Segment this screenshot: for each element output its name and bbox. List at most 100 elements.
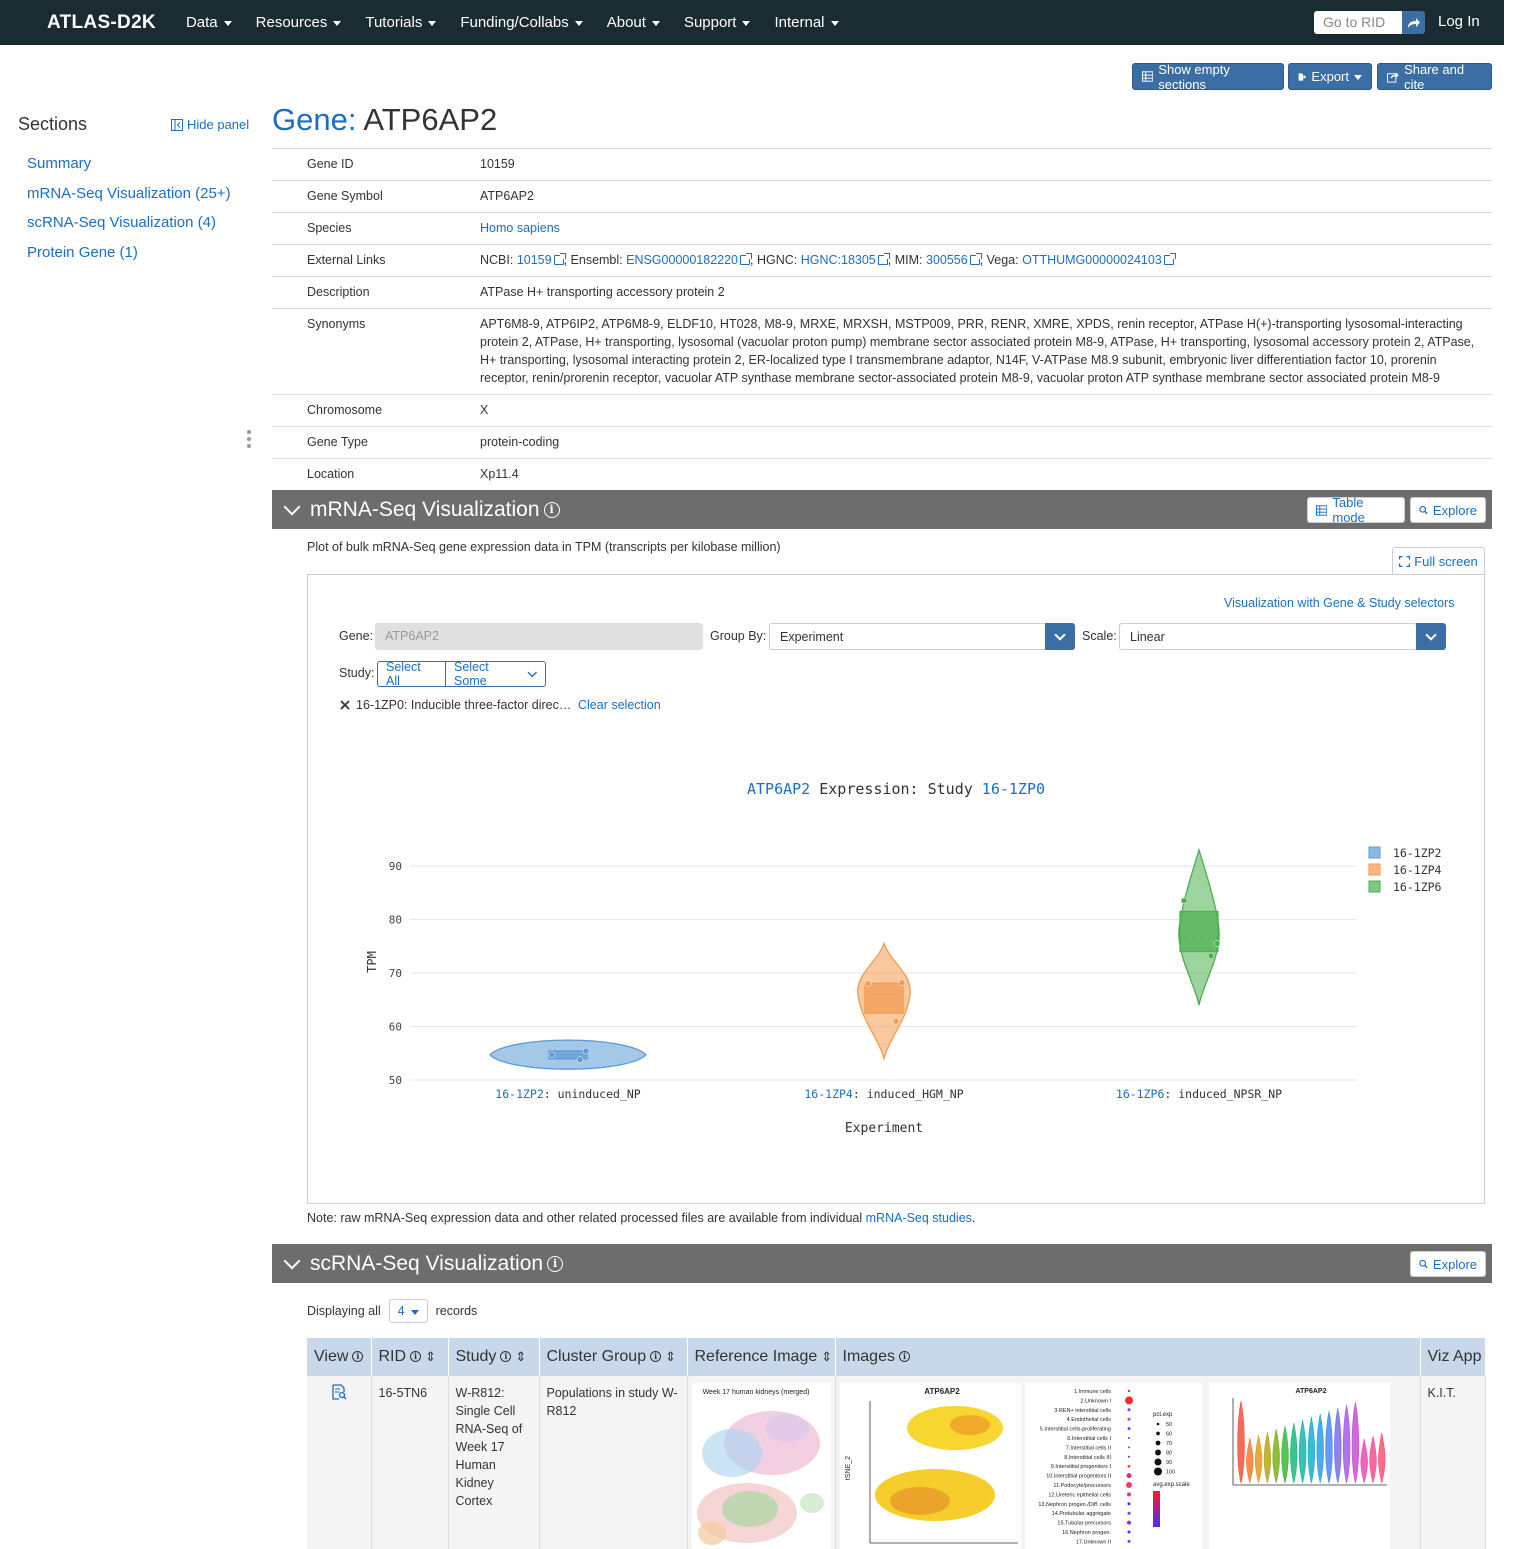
data-point[interactable] <box>864 980 872 987</box>
mrna-studies-link[interactable]: mRNA-Seq studies <box>866 1211 972 1225</box>
nav-tutorials[interactable]: Tutorials <box>365 14 437 31</box>
mrna-section-header[interactable]: mRNA-Seq Visualization i Table mode Expl… <box>272 490 1492 529</box>
species-link[interactable]: Homo sapiens <box>480 221 560 235</box>
brand-logo[interactable]: ATLAS-D2K <box>47 12 156 34</box>
nav-about[interactable]: About <box>607 14 660 31</box>
mim-link[interactable]: 300556 <box>926 253 968 267</box>
sort-icon[interactable]: ⇕ <box>515 1349 526 1365</box>
scrna-explore-button[interactable]: Explore <box>1410 1251 1486 1277</box>
info-icon[interactable]: i <box>547 1255 564 1272</box>
tsne-plot-y-label: tSNE_2 <box>845 1456 852 1480</box>
export-button[interactable]: Export <box>1288 63 1372 90</box>
x-tick-study[interactable]: 16-1ZP2 <box>495 1087 543 1101</box>
share-and-cite-button[interactable]: Share and cite <box>1377 61 1492 92</box>
sort-icon[interactable]: ⇕ <box>665 1349 676 1365</box>
legend-swatch[interactable] <box>1368 863 1381 876</box>
sidebar-link-protein[interactable]: Protein Gene (1) <box>27 244 138 261</box>
select-some-button[interactable]: Select Some <box>445 660 546 688</box>
info-icon[interactable]: i <box>898 1350 910 1362</box>
hide-panel-button[interactable]: Hide panel <box>171 117 249 132</box>
cluster-violin <box>1316 1413 1324 1484</box>
go-to-rid-button[interactable] <box>1402 11 1425 34</box>
ncbi-link[interactable]: 10159 <box>517 253 552 267</box>
nav-resources[interactable]: Resources <box>256 14 342 31</box>
nav-funding[interactable]: Funding/Collabs <box>460 14 583 31</box>
legend-label[interactable]: 16-1ZP4 <box>1393 863 1442 877</box>
nav-internal[interactable]: Internal <box>774 14 839 31</box>
clear-selection-link[interactable]: Clear selection <box>578 698 661 712</box>
summary-key: Gene Type <box>272 426 480 459</box>
page-size-select[interactable]: 4 <box>388 1299 428 1323</box>
viz-selectors-link[interactable]: Visualization with Gene & Study selector… <box>1224 596 1454 610</box>
view-details-icon[interactable] <box>331 1384 347 1400</box>
tsne-feature-plot-thumbnail[interactable]: ATP6AP2 tSNE_2 <box>840 1383 1021 1549</box>
vega-link[interactable]: OTTHUMG00000024103 <box>1022 253 1162 267</box>
col-header-view: View i <box>307 1338 372 1376</box>
go-to-rid-input[interactable]: Go to RID <box>1314 11 1402 34</box>
group-by-select[interactable]: Experiment <box>769 623 1046 650</box>
sort-icon[interactable]: ⇕ <box>425 1349 436 1365</box>
info-icon[interactable]: i <box>650 1350 662 1362</box>
select-all-button[interactable]: Select All <box>377 660 446 688</box>
scrna-section-header[interactable]: scRNA-Seq Visualization i Explore <box>272 1244 1492 1283</box>
reference-image-thumbnail[interactable]: Week 17 human kidneys (merged) <box>692 1383 831 1549</box>
data-point[interactable] <box>582 1047 590 1055</box>
data-point[interactable] <box>576 1056 584 1063</box>
data-point[interactable] <box>1180 897 1188 905</box>
dot-mark <box>1127 1492 1131 1497</box>
legend-label[interactable]: 16-1ZP2 <box>1393 846 1441 860</box>
sidebar-link-scrna[interactable]: scRNA-Seq Visualization (4) <box>27 214 216 231</box>
chart-title-study[interactable]: 16-1ZP0 <box>982 780 1045 798</box>
summary-value: 10159 <box>480 148 1492 181</box>
summary-row: Gene Symbol ATP6AP2 <box>272 180 1492 213</box>
page-title-entity[interactable]: Gene <box>272 102 348 137</box>
show-empty-sections-button[interactable]: Show empty sections <box>1132 62 1284 92</box>
scale-select[interactable]: Linear <box>1119 623 1417 650</box>
caret-down-icon <box>830 21 839 26</box>
ensembl-link[interactable]: ENSG00000182220 <box>626 253 738 267</box>
mrna-explore-button[interactable]: Explore <box>1410 497 1486 523</box>
y-tick-label: 80 <box>389 914 402 927</box>
full-screen-button[interactable]: Full screen <box>1392 547 1485 575</box>
panel-resize-handle[interactable] <box>247 430 251 448</box>
group-by-dropdown[interactable] <box>1045 623 1075 650</box>
col-header-study[interactable]: Study i ⇕ <box>448 1338 540 1376</box>
sidebar-link-summary[interactable]: Summary <box>27 155 91 172</box>
info-icon[interactable]: i <box>543 501 560 518</box>
close-icon[interactable] <box>340 700 350 710</box>
legend-swatch[interactable] <box>1368 846 1381 859</box>
violin-16-1ZP2[interactable] <box>489 1039 647 1070</box>
x-tick-study[interactable]: 16-1ZP4 <box>804 1087 853 1101</box>
nav-support[interactable]: Support <box>684 14 751 31</box>
info-icon[interactable]: i <box>410 1350 422 1362</box>
col-header-cluster-group[interactable]: Cluster Group i ⇕ <box>539 1338 688 1376</box>
login-link[interactable]: Log In <box>1438 13 1480 30</box>
info-icon[interactable]: i <box>500 1350 512 1362</box>
table-mode-button[interactable]: Table mode <box>1307 495 1405 525</box>
sidebar-link-mrna[interactable]: mRNA-Seq Visualization (25+) <box>27 185 231 202</box>
nav-data[interactable]: Data <box>186 14 232 31</box>
violin-plot-thumbnail[interactable]: ATP6AP2 <box>1209 1383 1390 1549</box>
data-point[interactable] <box>1207 952 1215 960</box>
data-point[interactable] <box>898 979 906 986</box>
dot-plot-thumbnail[interactable]: 1.Immune cells 2.Unknown I 3.REN+ intersti… <box>1025 1383 1202 1549</box>
data-point[interactable] <box>892 1017 900 1025</box>
violin-16-1ZP6[interactable] <box>1178 847 1221 1006</box>
gene-input[interactable]: ATP6AP2 <box>375 623 703 650</box>
scale-dropdown[interactable] <box>1416 623 1446 650</box>
share-label: Share and cite <box>1404 61 1465 92</box>
legend-swatch[interactable] <box>1368 880 1381 893</box>
hgnc-link[interactable]: HGNC:18305 <box>801 253 876 267</box>
data-point[interactable] <box>1213 940 1221 947</box>
col-header-reference-image[interactable]: Reference Image ⇕ <box>687 1338 836 1376</box>
dot-size-label: 80 <box>1166 1451 1172 1457</box>
summary-key: Chromosome <box>272 394 480 427</box>
data-point[interactable] <box>548 1051 556 1059</box>
chart-title-gene[interactable]: ATP6AP2 <box>747 780 810 798</box>
sort-icon[interactable]: ⇕ <box>821 1349 832 1365</box>
info-icon[interactable]: i <box>352 1350 364 1362</box>
x-tick-study[interactable]: 16-1ZP6 <box>1116 1087 1165 1101</box>
col-header-rid[interactable]: RID i ⇕ <box>371 1338 449 1376</box>
legend-label[interactable]: 16-1ZP6 <box>1393 880 1442 894</box>
violin-16-1ZP4[interactable] <box>857 941 911 1062</box>
